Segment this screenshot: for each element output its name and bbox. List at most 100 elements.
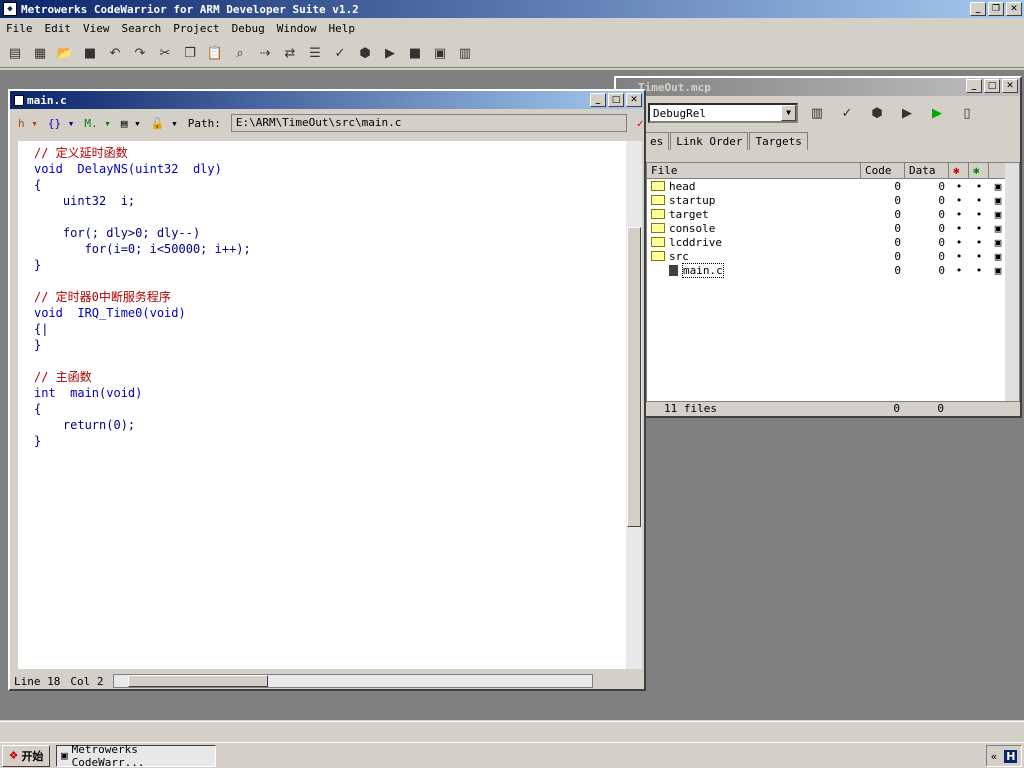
debug-dot-icon[interactable]: •: [949, 194, 969, 207]
menu-view[interactable]: View: [77, 22, 116, 35]
project-minimize-button[interactable]: _: [966, 79, 982, 93]
taskbar-app-button[interactable]: ▣ Metrowerks CodeWarr...: [56, 743, 216, 768]
redo-icon[interactable]: ↷: [129, 43, 151, 65]
menu-edit[interactable]: Edit: [39, 22, 78, 35]
menu-help[interactable]: Help: [322, 22, 361, 35]
new-file-icon[interactable]: ▦: [29, 43, 51, 65]
code-line[interactable]: [34, 209, 628, 225]
target-dot-icon[interactable]: •: [969, 250, 989, 263]
code-editor[interactable]: // 定义延时函数 void DelayNS(uint32 dly) { uint3…: [18, 141, 628, 669]
file-list-scrollbar[interactable]: [1005, 163, 1019, 401]
code-line[interactable]: // 主函数: [34, 369, 628, 385]
start-button[interactable]: ❖ 开始: [2, 744, 50, 767]
code-line[interactable]: }: [34, 337, 628, 353]
markers-icon[interactable]: M. ▾: [84, 117, 111, 130]
tab-targets[interactable]: Targets: [749, 132, 808, 150]
project-maximize-button[interactable]: □: [984, 79, 1000, 93]
editor-hscroll-thumb[interactable]: [128, 675, 269, 687]
column-data[interactable]: Data: [905, 163, 949, 178]
target-settings-icon[interactable]: ▥: [806, 102, 828, 124]
target-settings-icon[interactable]: ▥: [454, 43, 476, 65]
target-select[interactable]: DebugRel ▼: [648, 103, 798, 123]
file-row[interactable]: src 0 0 • • ▣: [647, 249, 1019, 263]
debug-dot-icon[interactable]: •: [949, 236, 969, 249]
editor-maximize-button[interactable]: □: [608, 93, 624, 107]
file-row[interactable]: target 0 0 • • ▣: [647, 207, 1019, 221]
document-settings-icon[interactable]: ▤ ▾: [121, 117, 141, 130]
find-icon[interactable]: ⌕: [229, 43, 251, 65]
debug-bug-icon[interactable]: ✱: [949, 163, 969, 178]
undo-icon[interactable]: ↶: [104, 43, 126, 65]
debug-icon[interactable]: ▶: [379, 43, 401, 65]
tab-es[interactable]: es: [644, 132, 670, 150]
debug-dot-icon[interactable]: •: [949, 208, 969, 221]
target-dot-icon[interactable]: •: [969, 264, 989, 277]
code-line[interactable]: {: [34, 401, 628, 417]
check-icon[interactable]: ✓: [329, 43, 351, 65]
ime-icon[interactable]: H: [1004, 749, 1018, 763]
target-dot-icon[interactable]: •: [969, 194, 989, 207]
stop-icon[interactable]: ■: [404, 43, 426, 65]
column-code[interactable]: Code: [861, 163, 905, 178]
file-row[interactable]: startup 0 0 • • ▣: [647, 193, 1019, 207]
menu-search[interactable]: Search: [116, 22, 168, 35]
debug-icon[interactable]: ▶: [896, 102, 918, 124]
code-line[interactable]: for(; dly>0; dly--): [34, 225, 628, 241]
run-icon[interactable]: ▶: [926, 102, 948, 124]
app-icon[interactable]: ◆: [3, 2, 17, 16]
file-row[interactable]: main.c 0 0 • • ▣: [647, 262, 1019, 278]
code-line[interactable]: [34, 353, 628, 369]
doc-settings-icon[interactable]: ▣: [429, 43, 451, 65]
code-line[interactable]: void IRQ_Time0(void): [34, 305, 628, 321]
minimize-button[interactable]: _: [970, 2, 986, 16]
menu-debug[interactable]: Debug: [226, 22, 271, 35]
target-dot-icon[interactable]: •: [969, 222, 989, 235]
menu-project[interactable]: Project: [167, 22, 225, 35]
target-dot-icon[interactable]: •: [969, 236, 989, 249]
file-row[interactable]: console 0 0 • • ▣: [647, 221, 1019, 235]
code-line[interactable]: // 定义延时函数: [34, 145, 628, 161]
make-icon[interactable]: ⬢: [866, 102, 888, 124]
menu-window[interactable]: Window: [271, 22, 323, 35]
checkmark-icon[interactable]: ✓: [637, 117, 644, 130]
replace-icon[interactable]: ⇄: [279, 43, 301, 65]
make-icon[interactable]: ⬢: [354, 43, 376, 65]
editor-vscroll[interactable]: [626, 141, 642, 669]
project-inspector-icon[interactable]: ▯: [956, 102, 978, 124]
cut-icon[interactable]: ✂: [154, 43, 176, 65]
code-line[interactable]: void DelayNS(uint32 dly): [34, 161, 628, 177]
header-files-icon[interactable]: h ▾: [18, 117, 38, 130]
vcs-lock-icon[interactable]: 🔓 ▾: [151, 117, 178, 130]
editor-window[interactable]: main.c _ □ ✕ h ▾ {} ▾ M. ▾ ▤ ▾ 🔓 ▾ Path:…: [8, 89, 646, 691]
paste-icon[interactable]: 📋: [204, 43, 226, 65]
new-project-icon[interactable]: ▤: [4, 43, 26, 65]
code-line[interactable]: [34, 273, 628, 289]
code-line[interactable]: int main(void): [34, 385, 628, 401]
project-close-button[interactable]: ✕: [1002, 79, 1018, 93]
functions-icon[interactable]: {} ▾: [48, 117, 75, 130]
target-bug-icon[interactable]: ✱: [969, 163, 989, 178]
code-line[interactable]: {|: [34, 321, 628, 337]
debug-dot-icon[interactable]: •: [949, 264, 969, 277]
project-titlebar[interactable]: TimeOut.mcp _ □ ✕: [616, 78, 1020, 96]
editor-hscroll[interactable]: [113, 674, 594, 688]
tray-expand-icon[interactable]: «: [991, 750, 998, 763]
code-line[interactable]: }: [34, 257, 628, 273]
file-row[interactable]: head 0 0 • • ▣: [647, 179, 1019, 193]
debug-dot-icon[interactable]: •: [949, 222, 969, 235]
code-line[interactable]: uint32 i;: [34, 193, 628, 209]
column-file[interactable]: File: [647, 163, 861, 178]
code-line[interactable]: // 定时器0中断服务程序: [34, 289, 628, 305]
target-dot-icon[interactable]: •: [969, 208, 989, 221]
editor-titlebar[interactable]: main.c _ □ ✕: [10, 91, 644, 109]
open-folder-icon[interactable]: 📂: [54, 43, 76, 65]
editor-vscroll-thumb[interactable]: [627, 227, 641, 527]
save-icon[interactable]: ■: [79, 43, 101, 65]
target-dot-icon[interactable]: •: [969, 180, 989, 193]
synchronize-icon[interactable]: ✓: [836, 102, 858, 124]
find-next-icon[interactable]: ⇢: [254, 43, 276, 65]
project-window[interactable]: TimeOut.mcp _ □ ✕ DebugRel ▼ ▥ ✓ ⬢ ▶ ▶ ▯…: [614, 76, 1022, 418]
editor-close-button[interactable]: ✕: [626, 93, 642, 107]
menu-file[interactable]: File: [0, 22, 39, 35]
code-line[interactable]: }: [34, 433, 628, 449]
